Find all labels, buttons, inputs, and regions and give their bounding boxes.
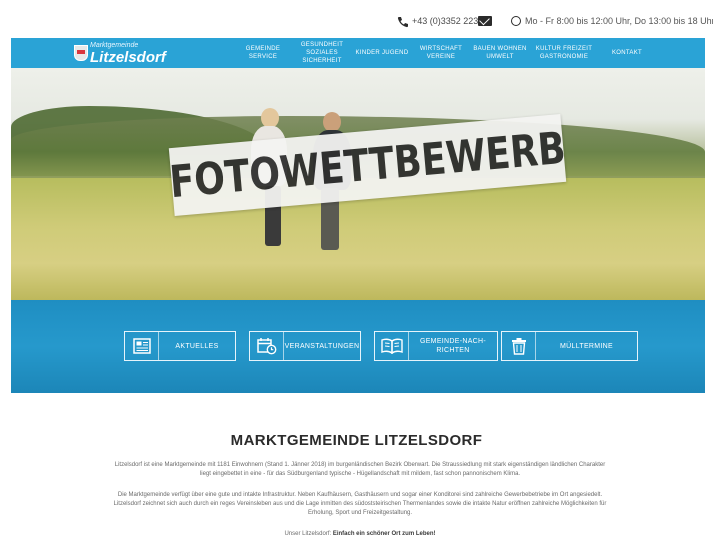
closing-slogan: Einfach ein schöner Ort zum Leben! (332, 531, 436, 537)
intro-paragraph: Litzelsdorf ist eine Marktgemeinde mit 1… (114, 462, 606, 477)
nav-gemeinde-service[interactable]: GEMEINDE SERVICE (231, 38, 295, 68)
quicklink-label: AKTUELLES (175, 342, 219, 350)
closing-prefix: Unser Litzelsdorf: (284, 531, 332, 537)
closing-line: Unser Litzelsdorf: Einfach ein schöner O… (110, 530, 610, 539)
trash-can-icon (502, 332, 536, 360)
mail-icon[interactable] (478, 16, 492, 26)
nav-kontakt[interactable]: KONTAKT (599, 38, 655, 68)
nav-kultur-freizeit[interactable]: KULTUR FREIZEIT GASTRONOMIE (532, 38, 596, 68)
coat-of-arms-icon (74, 45, 88, 61)
infrastructure-paragraph: Die Marktgemeinde verfügt über eine gute… (113, 492, 607, 516)
phone-icon (397, 17, 408, 28)
quicklink-label: VERANSTALTUNGEN (284, 342, 360, 350)
calendar-clock-icon (250, 332, 284, 360)
nav-bauen-wohnen[interactable]: BAUEN WOHNEN UMWELT (469, 38, 531, 68)
hero-image[interactable]: FOTOWETTBEWERB (11, 68, 705, 300)
quicklink-label: GEMEINDE-NACH- RICHTEN (419, 338, 487, 354)
contact-bar: +43 (0)3352 2234 Mo - Fr 8:00 bis 12:00 … (0, 0, 713, 38)
clock-icon (511, 16, 521, 26)
quicklink-veranstaltungen[interactable]: VERANSTALTUNGEN (249, 331, 361, 361)
office-hours: Mo - Fr 8:00 bis 12:00 Uhr, Do 13:00 bis… (525, 16, 713, 26)
person-figure (323, 112, 341, 132)
newspaper-icon (125, 332, 159, 360)
site-logo[interactable]: Marktgemeinde Litzelsdorf (74, 41, 194, 66)
main-navigation: Marktgemeinde Litzelsdorf GEMEINDE SERVI… (11, 38, 705, 68)
phone-number[interactable]: +43 (0)3352 2234 (412, 16, 483, 26)
nav-kinder-jugend[interactable]: KINDER JUGEND (351, 38, 413, 68)
nav-wirtschaft-vereine[interactable]: WIRTSCHAFT VEREINE (415, 38, 467, 68)
logo-title: Litzelsdorf (90, 49, 166, 66)
quicklink-aktuelles[interactable]: AKTUELLES (124, 331, 236, 361)
quicklink-label: MÜLLTERMINE (560, 342, 613, 350)
logo-subtitle: Marktgemeinde (90, 42, 139, 49)
quicklink-muelltermine[interactable]: MÜLLTERMINE (501, 331, 638, 361)
open-book-icon (375, 332, 409, 360)
page-title: MARKTGEMEINDE LITZELSDORF (230, 432, 483, 449)
person-figure (261, 108, 279, 128)
quicklink-gemeindenachrichten[interactable]: GEMEINDE-NACH- RICHTEN (374, 331, 498, 361)
nav-gesundheit-soziales[interactable]: GESUNDHEIT SOZIALES SICHERHEIT (295, 38, 349, 68)
